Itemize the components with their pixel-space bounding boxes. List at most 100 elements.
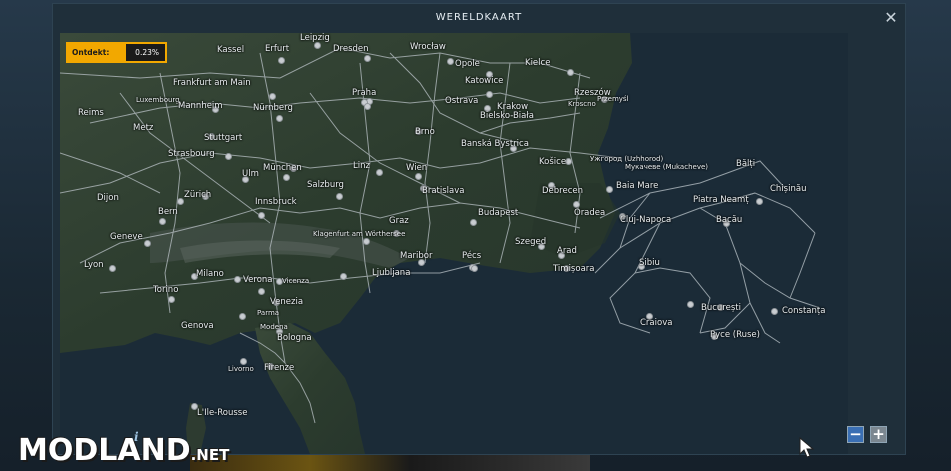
- city-dot[interactable]: [573, 201, 580, 208]
- city-dot[interactable]: [687, 301, 694, 308]
- city-dot[interactable]: [283, 174, 290, 181]
- city-dot[interactable]: [258, 288, 265, 295]
- city-label-wien: Wien: [406, 163, 428, 173]
- city-label-brno: Brno: [415, 127, 435, 137]
- city-label-ulm: Ulm: [242, 169, 259, 179]
- city-label-geneve: Geneve: [110, 232, 143, 242]
- city-dot[interactable]: [177, 198, 184, 205]
- discovery-label: Ontdekt:: [72, 48, 110, 57]
- city-label-bacau: Bacău: [716, 215, 743, 225]
- zoom-out-button[interactable]: −: [847, 426, 864, 443]
- city-label-bern: Bern: [158, 207, 178, 217]
- city-label-kroscno: Kroscno: [568, 100, 596, 108]
- city-label-mukacheve: Мукачеве (Mukacheve): [625, 163, 708, 171]
- window-title: WERELDKAART: [435, 12, 523, 23]
- close-button[interactable]: ✕: [882, 9, 900, 27]
- city-label-lyon: Lyon: [84, 260, 104, 270]
- city-label-praha: Praha: [352, 88, 377, 98]
- city-dot[interactable]: [771, 308, 778, 315]
- city-dot[interactable]: [486, 91, 493, 98]
- zoom-in-button[interactable]: +: [870, 426, 887, 443]
- city-label-balti: Bălți: [736, 159, 756, 169]
- watermark-main: MODLAND: [18, 433, 191, 468]
- city-dot[interactable]: [336, 193, 343, 200]
- city-label-pecs: Pécs: [462, 251, 482, 261]
- city-label-stuttgart: Stuttgart: [204, 133, 243, 143]
- city-label-kassel: Kassel: [217, 45, 245, 55]
- city-label-arad: Arad: [557, 246, 577, 256]
- city-dot[interactable]: [240, 358, 247, 365]
- world-map-window: WERELDKAART ✕ Kassel Erfurt Leipzig Dres…: [52, 3, 906, 455]
- city-label-luxembourg: Luxembourg: [136, 96, 180, 104]
- city-dot[interactable]: [363, 238, 370, 245]
- city-dot[interactable]: [239, 313, 246, 320]
- city-dot[interactable]: [364, 103, 371, 110]
- city-label-sibiu: Sibiu: [639, 258, 660, 268]
- city-label-zurich: Zürich: [184, 190, 212, 200]
- city-dot[interactable]: [756, 198, 763, 205]
- city-label-linz: Linz: [353, 161, 370, 171]
- city-label-constanta: Constanța: [782, 306, 826, 316]
- city-label-debrecen: Debrecen: [542, 186, 583, 196]
- city-label-torino: Torino: [153, 285, 179, 295]
- world-map[interactable]: Kassel Erfurt Leipzig Dresden Wrocław Op…: [60, 33, 848, 454]
- city-label-piatra-neamt: Piatra Neamț: [693, 195, 749, 205]
- city-dot[interactable]: [606, 186, 613, 193]
- city-label-kosice: Košice: [539, 157, 567, 167]
- city-label-mannheim: Mannheim: [178, 101, 223, 111]
- city-dot[interactable]: [159, 218, 166, 225]
- city-label-nurnberg: Nürnberg: [253, 103, 293, 113]
- city-dot[interactable]: [269, 93, 276, 100]
- city-label-dresden: Dresden: [333, 44, 369, 54]
- city-dot[interactable]: [276, 115, 283, 122]
- city-label-ostrava: Ostrava: [445, 96, 479, 106]
- city-dot[interactable]: [471, 265, 478, 272]
- mouse-cursor-icon: [799, 437, 815, 458]
- city-label-erfurt: Erfurt: [265, 44, 290, 54]
- city-label-bratislava: Bratislava: [422, 186, 465, 196]
- city-label-frankfurt: Frankfurt am Main: [173, 78, 251, 88]
- city-label-craiova: Craiova: [640, 318, 673, 328]
- city-label-oradea: Oradea: [574, 208, 606, 218]
- city-label-leipzig: Leipzig: [300, 33, 330, 43]
- city-label-parma: Parma: [257, 309, 280, 317]
- city-dot[interactable]: [234, 276, 241, 283]
- city-dot[interactable]: [340, 273, 347, 280]
- city-label-baia-mare: Baia Mare: [616, 181, 659, 191]
- city-label-ile-rousse: L'Ile-Rousse: [197, 408, 248, 418]
- city-label-metz: Metz: [133, 123, 154, 133]
- city-label-kielce: Kielce: [525, 58, 551, 68]
- city-dot[interactable]: [258, 212, 265, 219]
- city-dot[interactable]: [376, 169, 383, 176]
- city-dot[interactable]: [567, 69, 574, 76]
- city-label-uzhhorod: Ужгород (Uzhhorod): [590, 155, 664, 163]
- city-label-salzburg: Salzburg: [307, 180, 344, 190]
- city-label-banska-bystrica: Banská Bystrica: [461, 139, 529, 149]
- city-label-bielsko-biala: Bielsko-Biała: [480, 111, 534, 121]
- city-label-livorno: Livorno: [228, 365, 254, 373]
- city-label-ruse: Pyce (Ruse): [710, 330, 760, 340]
- city-dot[interactable]: [144, 240, 151, 247]
- city-label-milano: Milano: [196, 269, 224, 279]
- city-label-bologna: Bologna: [277, 333, 312, 343]
- city-label-chisinau: Chișinău: [770, 184, 807, 194]
- city-dot[interactable]: [314, 42, 321, 49]
- city-label-reims: Reims: [78, 108, 104, 118]
- city-dot[interactable]: [109, 265, 116, 272]
- city-label-wroclaw: Wrocław: [410, 42, 446, 52]
- city-dot[interactable]: [168, 296, 175, 303]
- city-label-klagenfurt: Klagenfurt am Wörthersee: [313, 230, 406, 238]
- city-dot[interactable]: [364, 55, 371, 62]
- city-label-munchen: München: [263, 163, 302, 173]
- city-label-ljubljana: Ljubljana: [372, 268, 411, 278]
- city-dot[interactable]: [278, 57, 285, 64]
- city-dot[interactable]: [447, 58, 454, 65]
- city-label-opole: Opole: [455, 59, 480, 69]
- city-dot[interactable]: [225, 153, 232, 160]
- city-dot[interactable]: [470, 219, 477, 226]
- city-dot[interactable]: [565, 158, 572, 165]
- city-label-maribor: Maribor: [400, 251, 433, 261]
- city-dot[interactable]: [415, 173, 422, 180]
- city-label-firenze: Firenze: [264, 363, 295, 373]
- discovery-progress: Ontdekt: 0.23%: [66, 42, 167, 63]
